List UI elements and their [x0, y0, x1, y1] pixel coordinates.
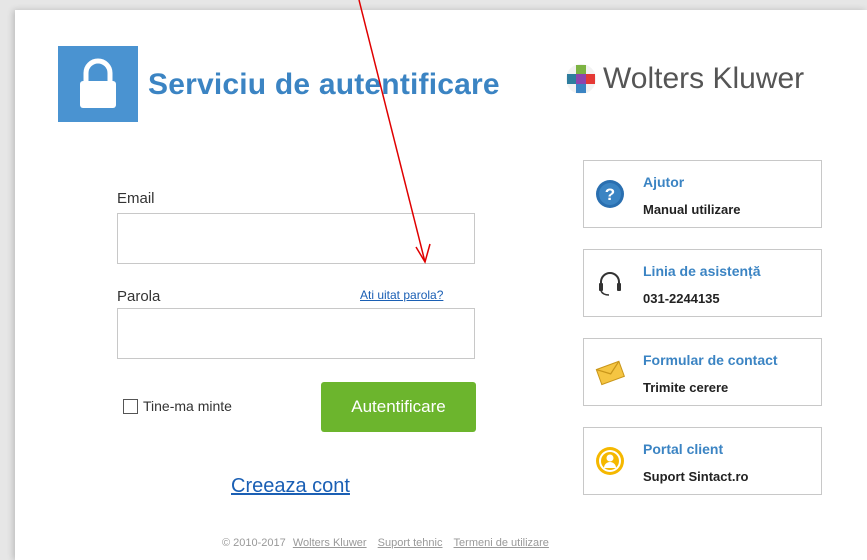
remember-me-label: Tine-ma minte — [143, 398, 232, 414]
headset-icon — [599, 272, 621, 296]
envelope-icon — [595, 360, 625, 386]
brand-logo: Wolters Kluwer — [565, 62, 804, 96]
brand-name: Wolters Kluwer — [603, 62, 805, 95]
forgot-password-link[interactable]: Ati uitat parola? — [360, 288, 443, 302]
help-box-subtitle: Trimite cerere — [643, 380, 729, 395]
login-button[interactable]: Autentificare — [321, 382, 476, 432]
page-title: Serviciu de autentificare — [148, 68, 500, 101]
footer-link-suport-tehnic[interactable]: Suport tehnic — [378, 537, 443, 549]
remember-me-checkbox[interactable] — [123, 398, 138, 414]
footer-link-wolters-kluwer[interactable]: Wolters Kluwer — [293, 537, 367, 549]
help-box-portal[interactable]: Portal client Suport Sintact.ro — [583, 427, 822, 495]
login-card: Serviciu de autentificare Wolters Kluwer… — [15, 10, 867, 560]
svg-text:?: ? — [605, 185, 615, 204]
help-box-asistenta[interactable]: Linia de asistență 031-2244135 — [583, 249, 822, 317]
help-box-subtitle: 031-2244135 — [643, 291, 720, 306]
help-box-title: Formular de contact — [643, 352, 778, 368]
wolters-kluwer-logo-icon — [566, 64, 596, 94]
user-portal-icon — [596, 447, 624, 475]
remember-me[interactable]: Tine-ma minte — [123, 398, 232, 414]
question-circle-icon: ? — [596, 180, 624, 208]
help-box-title: Portal client — [643, 441, 724, 457]
help-box-contact[interactable]: Formular de contact Trimite cerere — [583, 338, 822, 406]
password-label: Parola — [117, 288, 161, 305]
create-account-link[interactable]: Creeaza cont — [231, 475, 350, 498]
email-label: Email — [117, 190, 155, 207]
help-box-ajutor[interactable]: ? Ajutor Manual utilizare — [583, 160, 822, 228]
password-field[interactable] — [117, 308, 475, 359]
help-box-title: Ajutor — [643, 174, 685, 190]
footer: © 2010-2017 Wolters Kluwer Suport tehnic… — [222, 537, 549, 549]
help-box-subtitle: Manual utilizare — [643, 202, 741, 217]
email-field[interactable] — [117, 213, 475, 264]
help-box-title: Linia de asistență — [643, 263, 761, 279]
help-box-subtitle: Suport Sintact.ro — [643, 469, 749, 484]
footer-link-termeni[interactable]: Termeni de utilizare — [454, 537, 549, 549]
footer-copyright: © 2010-2017 — [222, 537, 286, 549]
lock-icon — [58, 46, 138, 122]
